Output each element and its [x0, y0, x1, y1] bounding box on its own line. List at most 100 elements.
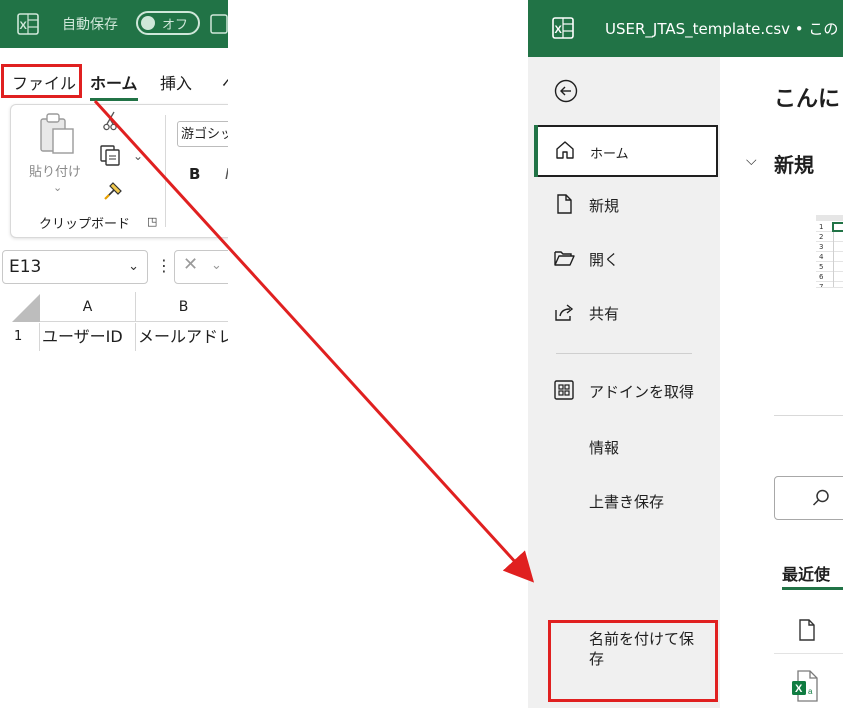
chevron-down-icon[interactable]: ⌄ — [128, 251, 139, 283]
chevron-down-icon[interactable]: ⌵ — [746, 153, 757, 169]
chevron-down-icon[interactable]: ⌄ — [211, 258, 222, 273]
nav-open-label: 開く — [589, 251, 620, 269]
back-arrow-icon[interactable] — [554, 79, 578, 103]
group-separator — [165, 115, 166, 227]
thumbnail-row-number: 7 — [819, 282, 834, 287]
workbook-title: USER_JTAS_template.csv • この — [605, 20, 839, 38]
thumbnail-row: 5 — [816, 262, 843, 272]
excel-logo-icon: X — [552, 17, 574, 43]
nav-item-new[interactable]: 新規 — [528, 181, 720, 229]
thumbnail-row: 3 — [816, 242, 843, 252]
cancel-icon[interactable]: ✕ — [183, 254, 198, 275]
nav-info-label: 情報 — [589, 439, 620, 457]
italic-button[interactable]: I — [225, 165, 228, 183]
select-all-corner[interactable] — [12, 294, 40, 322]
new-section-title: 新規 — [774, 153, 814, 177]
cell-b1[interactable]: メールアドレス — [138, 323, 228, 351]
recent-files-tab[interactable]: 最近使 — [782, 561, 830, 585]
search-input[interactable] — [774, 476, 843, 520]
cut-icon[interactable] — [103, 111, 117, 135]
svg-text:X: X — [555, 24, 563, 36]
list-divider — [774, 653, 843, 654]
thumbnail-row: 4 — [816, 252, 843, 262]
title-bar: X USER_JTAS_template.csv • この — [528, 0, 843, 57]
new-document-icon — [553, 193, 575, 215]
nav-new-label: 新規 — [589, 197, 620, 215]
thumbnail-row: 2 — [816, 232, 843, 242]
file-type-column-icon — [798, 619, 816, 645]
worksheet-grid: A B 1 ユーザーID メールアドレス — [0, 292, 228, 360]
paste-dropdown-icon[interactable]: ⌄ — [53, 181, 62, 194]
nav-item-save[interactable]: 上書き保存 — [528, 477, 720, 525]
thumbnail-row-number: 2 — [819, 232, 834, 242]
font-name-box[interactable]: 游ゴシック — [177, 121, 228, 147]
copy-icon[interactable] — [99, 145, 123, 171]
save-as-highlight — [548, 620, 718, 702]
name-box[interactable]: E13 ⌄ — [2, 250, 148, 284]
nav-item-info[interactable]: 情報 — [528, 423, 720, 471]
section-divider — [774, 415, 843, 416]
autosave-state: オフ — [162, 18, 189, 33]
greeting-heading: こんに — [774, 87, 841, 112]
format-painter-icon[interactable] — [103, 179, 125, 205]
save-icon[interactable] — [210, 14, 228, 38]
thumbnail-row: 7 — [816, 282, 843, 288]
tab-next-partial[interactable]: ペ — [222, 70, 228, 94]
name-box-value: E13 — [9, 257, 42, 277]
thumbnail-row-number: 6 — [819, 272, 834, 282]
open-folder-icon — [553, 247, 575, 269]
thumbnail-row: 6 — [816, 272, 843, 282]
share-icon — [553, 301, 575, 323]
column-header-b[interactable]: B — [136, 292, 228, 322]
addins-icon — [553, 379, 575, 401]
tab-home[interactable]: ホーム — [90, 70, 138, 101]
thumbnail-selected-cell — [832, 222, 843, 232]
paste-icon[interactable] — [39, 111, 75, 159]
svg-text:a: a — [808, 687, 813, 696]
row-header-1[interactable]: 1 — [0, 323, 40, 351]
active-tab-underline — [90, 98, 138, 101]
nav-home-label: ホーム — [590, 147, 629, 162]
tab-insert[interactable]: 挿入 — [160, 70, 192, 94]
file-tab-highlight — [1, 64, 82, 98]
clipboard-group-label: クリップボード — [39, 217, 131, 232]
copy-dropdown-icon[interactable]: ⌄ — [133, 149, 143, 163]
thumbnail-row-number: 5 — [819, 262, 834, 272]
autosave-label: 自動保存 — [62, 17, 118, 33]
nav-share-label: 共有 — [589, 305, 620, 323]
bold-button[interactable]: B — [189, 165, 200, 183]
more-options-icon[interactable]: ⋮ — [156, 256, 172, 275]
active-indicator — [534, 125, 538, 177]
tab-home-label: ホーム — [90, 74, 138, 93]
excel-window-crop: X 自動保存 オフ ファイル ホーム 挿入 ペ 貼り付け ⌄ ⌄ ク — [0, 0, 228, 360]
autosave-toggle[interactable]: オフ — [136, 11, 200, 35]
backstage-main: こんに ⌵ 新規 1 2 3 4 5 6 7 最近使 Xa — [720, 57, 843, 708]
thumbnail-row-number: 3 — [819, 242, 834, 252]
nav-item-share[interactable]: 共有 — [528, 289, 720, 337]
formula-buttons: ✕ ⌄ — [174, 250, 228, 284]
paste-button-label[interactable]: 貼り付け — [29, 161, 81, 180]
cell-a1[interactable]: ユーザーID — [42, 323, 136, 351]
svg-text:X: X — [20, 20, 28, 32]
backstage-nav: ホーム 新規 開く 共有 アドインを取得 情報 上書き保存 名前を付けて保存 — [528, 57, 720, 708]
nav-item-home[interactable]: ホーム — [534, 125, 718, 177]
search-icon — [812, 489, 829, 506]
title-bar: X 自動保存 オフ — [0, 0, 228, 48]
active-tab-underline — [782, 587, 843, 590]
nav-divider — [556, 353, 692, 354]
dialog-launcher-icon[interactable]: ◳ — [147, 215, 157, 228]
home-icon — [554, 139, 576, 161]
xlsx-file-icon[interactable]: Xa — [790, 669, 820, 707]
toggle-knob — [141, 16, 155, 30]
svg-text:X: X — [795, 683, 803, 695]
thumbnail-header — [816, 215, 843, 221]
formula-bar: E13 ⌄ ⋮ ✕ ⌄ — [0, 248, 228, 286]
blank-workbook-thumbnail[interactable]: 1 2 3 4 5 6 7 — [816, 215, 843, 341]
home-ribbon: 貼り付け ⌄ ⌄ クリップボード ◳ 游ゴシック B I — [10, 104, 228, 238]
excel-logo-icon: X — [17, 13, 39, 39]
backstage-window-crop: X USER_JTAS_template.csv • この ホーム 新規 開く — [528, 0, 843, 708]
column-header-a[interactable]: A — [40, 292, 136, 322]
nav-item-open[interactable]: 開く — [528, 235, 720, 283]
nav-item-addins[interactable]: アドインを取得 — [528, 367, 720, 415]
thumbnail-row-number: 4 — [819, 252, 834, 262]
